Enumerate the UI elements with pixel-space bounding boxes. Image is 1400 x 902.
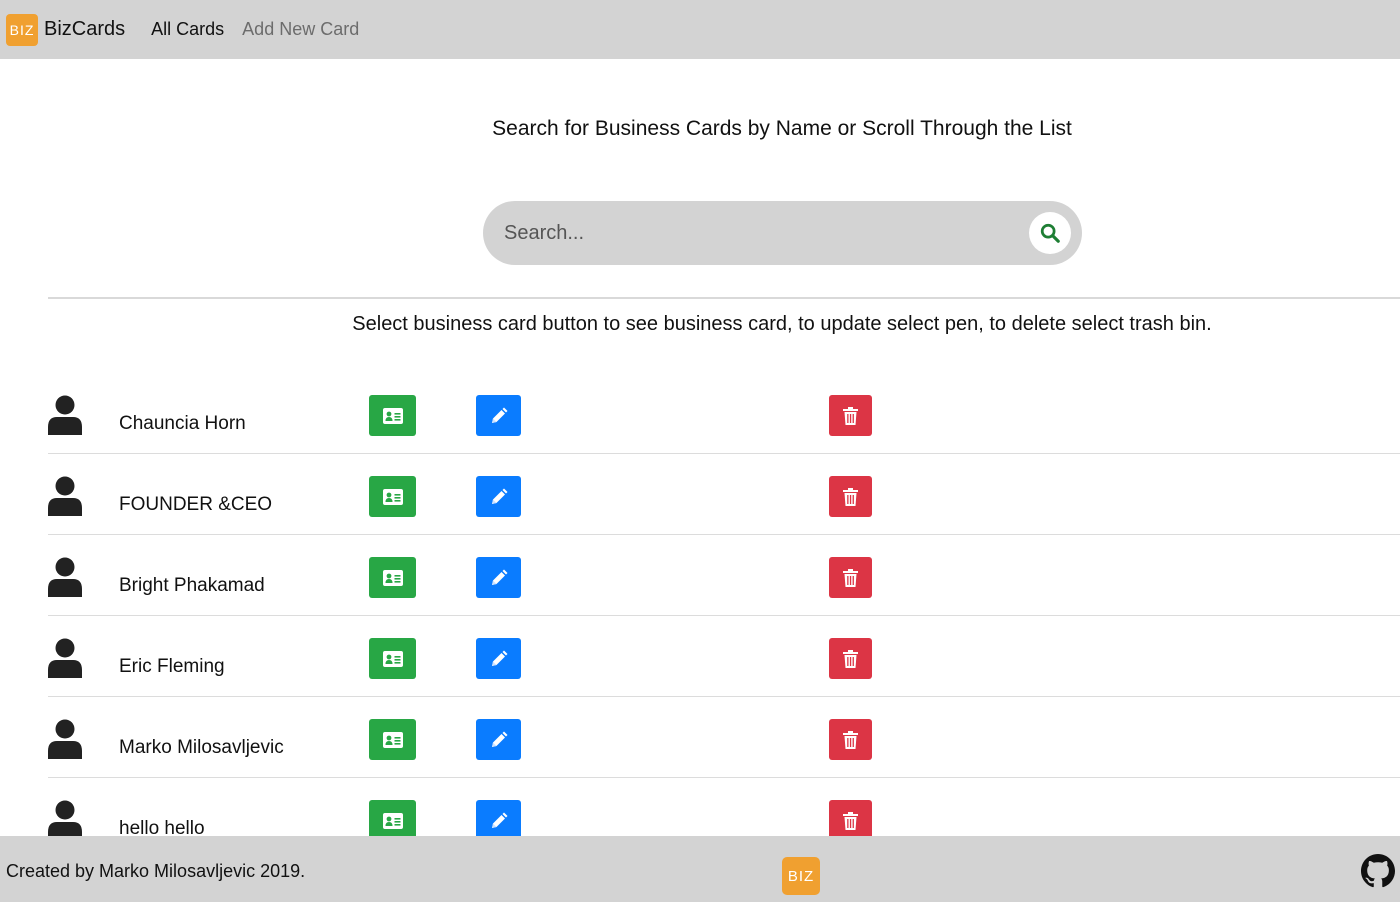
biz-logo: BIZ (6, 13, 38, 46)
pen-icon (491, 650, 507, 666)
user-icon (48, 638, 82, 678)
edit-card-button[interactable] (476, 800, 521, 836)
footer-credit: Created by Marko Milosavljevic 2019. (6, 861, 306, 881)
divider (48, 297, 1400, 299)
edit-card-button[interactable] (476, 476, 521, 517)
trash-icon (843, 406, 858, 425)
delete-card-button[interactable] (829, 800, 872, 836)
search-bar (483, 201, 1082, 265)
pen-icon (491, 569, 507, 585)
delete-card-button[interactable] (829, 638, 872, 679)
view-card-button[interactable] (369, 719, 416, 760)
edit-card-button[interactable] (476, 395, 521, 436)
brand-name: BizCards (44, 18, 126, 40)
card-name: FOUNDER &CEO (119, 494, 273, 515)
delete-card-button[interactable] (829, 476, 872, 517)
card-row: Marko Milosavljevic (48, 697, 1400, 778)
search-button[interactable] (1029, 212, 1071, 254)
id-card-icon (382, 731, 403, 748)
trash-icon (843, 487, 858, 506)
nav-add-new-card[interactable]: Add New Card (242, 19, 359, 40)
card-name: Marko Milosavljevic (119, 737, 284, 758)
search-input[interactable] (483, 201, 1029, 265)
footer: Created by Marko Milosavljevic 2019. BIZ (0, 836, 1400, 902)
trash-icon (843, 649, 858, 668)
id-card-icon (382, 812, 403, 829)
edit-card-button[interactable] (476, 638, 521, 679)
id-card-icon (382, 488, 403, 505)
delete-card-button[interactable] (829, 719, 872, 760)
search-icon (1040, 223, 1060, 243)
id-card-icon (382, 650, 403, 667)
view-card-button[interactable] (369, 638, 416, 679)
view-card-button[interactable] (369, 395, 416, 436)
user-icon (48, 557, 82, 597)
delete-card-button[interactable] (829, 395, 872, 436)
footer-biz-logo: BIZ (782, 857, 820, 895)
card-name: Chauncia Horn (119, 413, 246, 434)
page-heading: Search for Business Cards by Name or Scr… (492, 117, 1072, 140)
card-name: hello hello (119, 818, 205, 836)
trash-icon (843, 568, 858, 587)
view-card-button[interactable] (369, 557, 416, 598)
id-card-icon (382, 569, 403, 586)
navbar: BIZ BizCards All Cards Add New Card (0, 0, 1400, 59)
id-card-icon (382, 407, 403, 424)
pen-icon (491, 407, 507, 423)
delete-card-button[interactable] (829, 557, 872, 598)
edit-card-button[interactable] (476, 719, 521, 760)
pen-icon (491, 731, 507, 747)
user-icon (48, 719, 82, 759)
main-content: Search for Business Cards by Name or Scr… (0, 59, 1400, 836)
pen-icon (491, 488, 507, 504)
nav-all-cards[interactable]: All Cards (151, 19, 224, 40)
card-list: Chauncia Horn FOUNDER &CEO Bright Phakam… (48, 373, 1400, 836)
pen-icon (491, 812, 507, 828)
trash-icon (843, 811, 858, 830)
edit-card-button[interactable] (476, 557, 521, 598)
user-icon (48, 476, 82, 516)
user-icon (48, 395, 82, 435)
github-icon[interactable] (1361, 854, 1395, 888)
card-row: Chauncia Horn (48, 373, 1400, 454)
card-row: hello hello (48, 778, 1400, 836)
brand-link[interactable]: BIZ BizCards (6, 13, 126, 46)
card-row: FOUNDER &CEO (48, 454, 1400, 535)
view-card-button[interactable] (369, 800, 416, 836)
trash-icon (843, 730, 858, 749)
view-card-button[interactable] (369, 476, 416, 517)
card-row: Bright Phakamad (48, 535, 1400, 616)
card-row: Eric Fleming (48, 616, 1400, 697)
user-icon (48, 800, 82, 836)
card-name: Bright Phakamad (119, 575, 265, 596)
card-name: Eric Fleming (119, 656, 225, 677)
instructions-text: Select business card button to see busin… (352, 313, 1212, 335)
